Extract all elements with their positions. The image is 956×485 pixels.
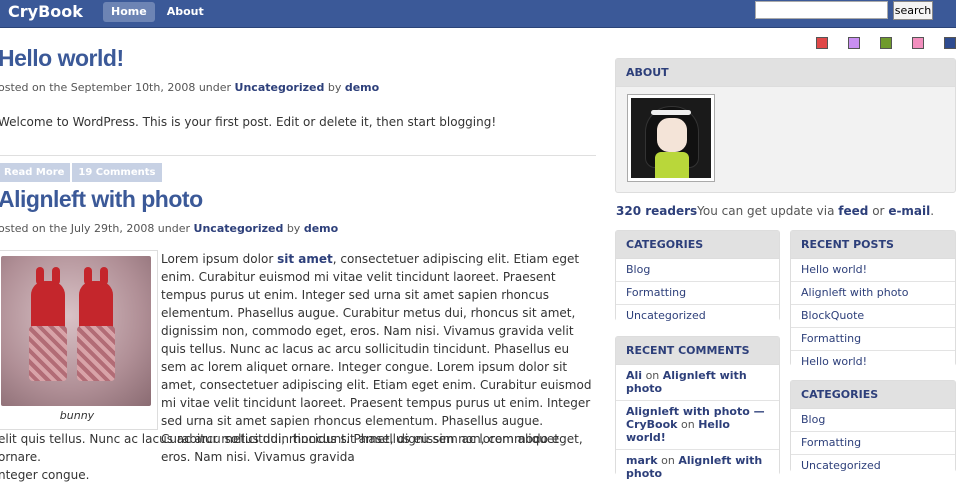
nav-about[interactable]: About: [159, 2, 212, 22]
post-text-c: elit quis tellus. Nunc ac lacus ac arcu …: [0, 432, 559, 464]
categories-widget: CATEGORIES Blog Formatting Uncategorized: [615, 230, 780, 327]
post-actions: Read More 19 Comments: [0, 160, 598, 182]
post-body-text-continued: elit quis tellus. Nunc ac lacus ac arcu …: [0, 430, 596, 484]
swatch-pink[interactable]: [912, 37, 924, 49]
site-brand[interactable]: CryBook: [8, 2, 83, 21]
category-item[interactable]: Formatting: [616, 282, 779, 305]
categories-title-2: CATEGORIES: [791, 381, 955, 409]
categories-widget-2: CATEGORIES Blog Formatting Uncategorized: [790, 380, 956, 477]
post-author-link[interactable]: demo: [304, 222, 338, 235]
category-item[interactable]: Formatting: [791, 432, 955, 455]
recent-posts-title: RECENT POSTS: [791, 231, 955, 259]
search-input[interactable]: [755, 1, 888, 19]
recent-post-item[interactable]: Hello world!: [791, 259, 955, 282]
post-inline-link[interactable]: sit amet: [277, 252, 333, 266]
post-category-link[interactable]: Uncategorized: [235, 81, 325, 94]
comment-post-link[interactable]: Alignleft with photo: [626, 369, 747, 395]
readers-period: .: [930, 204, 935, 218]
recent-comments-widget: RECENT COMMENTS Ali on Alignleft with ph…: [615, 336, 780, 485]
search-button[interactable]: search: [893, 1, 933, 20]
readers-text: You can get update via: [697, 204, 835, 218]
bunny-figure-right: [77, 267, 115, 381]
swatch-green[interactable]: [880, 37, 892, 49]
post-photo-frame: bunny: [0, 250, 158, 430]
post-meta: osted on the July 29th, 2008 under Uncat…: [0, 222, 598, 235]
readers-or: or: [872, 204, 885, 218]
category-item[interactable]: Uncategorized: [616, 305, 779, 327]
post-meta-prefix: osted on the July 29th, 2008 under: [0, 222, 191, 235]
readers-line: 320 readersYou can get update via feed o…: [616, 204, 934, 218]
comment-on: on: [645, 369, 660, 382]
post-text-d: nteger congue.: [0, 468, 90, 482]
avatar: [627, 94, 715, 182]
recent-comment-item: Alignleft with photo — CryBook on Hello …: [616, 401, 779, 450]
bunny-photo[interactable]: [1, 256, 151, 406]
recent-post-item[interactable]: Formatting: [791, 328, 955, 351]
recent-comment-item: mark on Alignleft with photo: [616, 450, 779, 485]
comment-author-link[interactable]: mark: [626, 454, 658, 467]
post-meta: osted on the September 10th, 2008 under …: [0, 81, 598, 94]
comments-button[interactable]: 19 Comments: [72, 163, 162, 182]
categories-title: CATEGORIES: [616, 231, 779, 259]
post-title[interactable]: Alignleft with photo: [0, 186, 598, 213]
recent-post-item[interactable]: Hello world!: [791, 351, 955, 373]
main-nav: Home About: [103, 2, 212, 22]
bunny-figure-left: [29, 267, 67, 381]
feed-link[interactable]: feed: [838, 204, 868, 218]
comment-author-link[interactable]: Ali: [626, 369, 642, 382]
nav-home[interactable]: Home: [103, 2, 155, 22]
post-alignleft: Alignleft with photo osted on the July 2…: [0, 186, 598, 235]
post-author-link[interactable]: demo: [345, 81, 379, 94]
post-meta-by: by: [286, 222, 301, 235]
photo-caption: bunny: [59, 409, 95, 422]
recent-post-item[interactable]: Alignleft with photo: [791, 282, 955, 305]
recent-post-item[interactable]: BlockQuote: [791, 305, 955, 328]
top-bar: CryBook Home About search: [0, 0, 956, 28]
about-title: ABOUT: [616, 59, 955, 87]
swatch-red[interactable]: [816, 37, 828, 49]
comment-on: on: [680, 418, 695, 431]
post-title[interactable]: Hello world!: [0, 45, 598, 72]
post-meta-prefix: osted on the September 10th, 2008 under: [0, 81, 232, 94]
post-meta-by: by: [327, 81, 342, 94]
category-item[interactable]: Blog: [616, 259, 779, 282]
swatch-blue[interactable]: [944, 37, 956, 49]
post-category-link[interactable]: Uncategorized: [194, 222, 284, 235]
category-item[interactable]: Blog: [791, 409, 955, 432]
post-text-a: Lorem ipsum dolor: [161, 252, 274, 266]
post-hello-world: Hello world! osted on the September 10th…: [0, 45, 598, 182]
recent-comments-title: RECENT COMMENTS: [616, 337, 779, 365]
color-swatches: [816, 37, 956, 49]
comment-author-link[interactable]: Alignleft with photo — CryBook: [626, 405, 765, 431]
swatch-purple[interactable]: [848, 37, 860, 49]
email-link[interactable]: e-mail: [888, 204, 930, 218]
read-more-button[interactable]: Read More: [0, 163, 71, 182]
post-separator: [0, 155, 596, 156]
about-widget: ABOUT: [615, 58, 956, 193]
recent-comment-item: Ali on Alignleft with photo: [616, 365, 779, 401]
comment-on: on: [661, 454, 675, 467]
readers-count[interactable]: 320 readers: [616, 204, 697, 218]
recent-posts-widget: RECENT POSTS Hello world! Alignleft with…: [790, 230, 956, 373]
post-body: Welcome to WordPress. This is your first…: [0, 115, 497, 129]
